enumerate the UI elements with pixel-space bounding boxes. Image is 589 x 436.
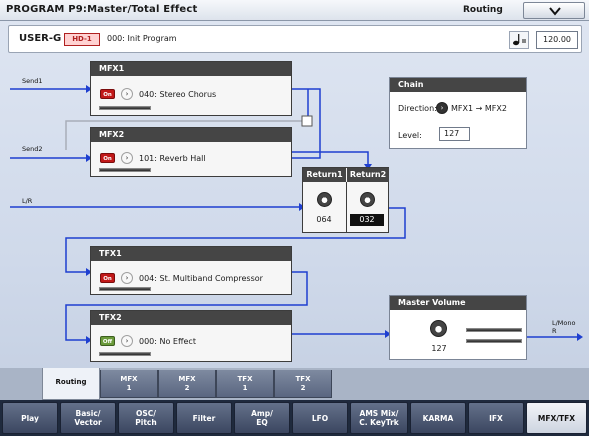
- return2-title: Return2: [347, 168, 389, 182]
- tab-tfx1[interactable]: TFX 1: [216, 370, 274, 398]
- page-nav-bar: Play Basic/Vector OSC/Pitch Filter Amp/E…: [0, 400, 589, 436]
- nav-label: KARMA: [422, 413, 454, 423]
- lr-label: L/R: [22, 197, 33, 205]
- chain-level-label: Level:: [398, 131, 422, 140]
- mfx2-on-off-button[interactable]: On: [100, 153, 115, 163]
- tfx2-effect-name[interactable]: 000: No Effect: [139, 337, 196, 346]
- tab-label: MFX: [120, 375, 138, 383]
- chain-direction-value[interactable]: MFX1 → MFX2: [451, 104, 507, 113]
- tfx2-title: TFX2: [91, 311, 291, 325]
- tab-mfx1[interactable]: MFX 1: [100, 370, 158, 398]
- mfx2-level-meter: [99, 168, 151, 172]
- nav-mfx-tfx[interactable]: MFX/TFX: [526, 402, 587, 434]
- return2-knob-icon[interactable]: [360, 192, 375, 207]
- routing-diagram: Send1 Send2 L/R L/Mono R MFX1 On › 040: …: [0, 0, 589, 372]
- return1-value[interactable]: 064: [307, 214, 341, 226]
- nav-label: Amp/: [251, 409, 273, 418]
- nav-label: MFX/TFX: [537, 413, 576, 423]
- tab-label: Routing: [55, 378, 87, 386]
- nav-label-sub: EQ: [256, 418, 268, 427]
- tfx2-level-meter: [99, 352, 151, 356]
- return2-value[interactable]: 032: [350, 214, 384, 226]
- master-volume-value[interactable]: 127: [422, 343, 456, 355]
- tab-label-sub: 1: [242, 384, 248, 392]
- return1-title: Return1: [303, 168, 346, 182]
- nav-osc-pitch[interactable]: OSC/Pitch: [118, 402, 174, 434]
- tab-strip: Routing MFX 1 MFX 2 TFX 1 TFX 2: [0, 368, 589, 400]
- nav-label: AMS Mix/: [359, 409, 399, 418]
- chevron-right-circle-icon[interactable]: ›: [436, 102, 448, 114]
- tab-tfx2[interactable]: TFX 2: [274, 370, 332, 398]
- send2-label: Send2: [22, 145, 43, 153]
- nav-label: LFO: [311, 413, 329, 423]
- tfx1-effect-name[interactable]: 004: St. Multiband Compressor: [139, 274, 263, 283]
- tfx2-block: TFX2 Off › 000: No Effect: [90, 310, 292, 362]
- chain-direction-label: Direction:: [398, 104, 437, 113]
- nav-play[interactable]: Play: [2, 402, 58, 434]
- master-meter-left: [466, 328, 522, 332]
- mfx1-title: MFX1: [91, 62, 291, 76]
- tab-mfx2[interactable]: MFX 2: [158, 370, 216, 398]
- chevron-right-circle-icon[interactable]: ›: [121, 88, 133, 100]
- chevron-right-circle-icon[interactable]: ›: [121, 335, 133, 347]
- mfx1-block: MFX1 On › 040: Stereo Chorus: [90, 61, 292, 116]
- master-volume-title: Master Volume: [390, 296, 526, 310]
- output-label-lmono: L/Mono: [552, 319, 576, 327]
- output-label-r: R: [552, 327, 557, 335]
- nav-label: IFX: [489, 413, 503, 423]
- program-master-total-effect-screen: PROGRAM P9:Master/Total Effect Routing U…: [0, 0, 589, 436]
- tab-label: TFX: [295, 375, 311, 383]
- tfx1-level-meter: [99, 287, 151, 291]
- tab-label: TFX: [237, 375, 253, 383]
- nav-amp-eq[interactable]: Amp/EQ: [234, 402, 290, 434]
- send1-label: Send1: [22, 77, 43, 85]
- chain-level-field[interactable]: 127: [439, 127, 470, 141]
- nav-ifx[interactable]: IFX: [468, 402, 524, 434]
- chain-switch: [301, 115, 313, 127]
- mfx2-block: MFX2 On › 101: Reverb Hall: [90, 127, 292, 177]
- nav-label: Play: [21, 413, 39, 423]
- master-volume-knob-icon[interactable]: [430, 320, 447, 337]
- mfx1-effect-name[interactable]: 040: Stereo Chorus: [139, 90, 216, 99]
- tfx1-on-off-button[interactable]: On: [100, 273, 115, 283]
- tab-label-sub: 1: [126, 384, 132, 392]
- tfx1-block: TFX1 On › 004: St. Multiband Compressor: [90, 246, 292, 295]
- nav-label: Basic/: [75, 409, 101, 418]
- nav-basic-vector[interactable]: Basic/Vector: [60, 402, 116, 434]
- nav-filter[interactable]: Filter: [176, 402, 232, 434]
- return1-knob-icon[interactable]: [317, 192, 332, 207]
- tfx1-title: TFX1: [91, 247, 291, 261]
- mfx2-title: MFX2: [91, 128, 291, 142]
- master-volume-panel: Master Volume 127: [389, 295, 527, 360]
- chain-panel: Chain Direction: › MFX1 → MFX2 Level: 12…: [389, 77, 527, 149]
- mfx2-effect-name[interactable]: 101: Reverb Hall: [139, 154, 206, 163]
- returns-divider: [346, 182, 347, 233]
- tab-label-sub: 2: [300, 384, 306, 392]
- tab-routing[interactable]: Routing: [42, 368, 100, 400]
- chain-title: Chain: [390, 78, 526, 92]
- mfx2-out-line: [292, 151, 369, 168]
- nav-label: Filter: [192, 413, 216, 423]
- nav-label-sub: Vector: [74, 418, 102, 427]
- tab-label-sub: 2: [184, 384, 190, 392]
- chevron-right-circle-icon[interactable]: ›: [121, 152, 133, 164]
- mfx1-level-meter: [99, 106, 151, 110]
- mfx1-on-off-button[interactable]: On: [100, 89, 115, 99]
- nav-lfo[interactable]: LFO: [292, 402, 348, 434]
- nav-ams-mix[interactable]: AMS Mix/C. KeyTrk: [350, 402, 408, 434]
- nav-label-sub: Pitch: [135, 418, 157, 427]
- tab-label: MFX: [178, 375, 196, 383]
- master-meter-right: [466, 339, 522, 343]
- nav-karma[interactable]: KARMA: [410, 402, 466, 434]
- nav-label-sub: C. KeyTrk: [359, 418, 399, 427]
- chevron-right-circle-icon[interactable]: ›: [121, 272, 133, 284]
- nav-label: OSC/: [135, 409, 156, 418]
- returns-block: Return1 Return2 064 032: [302, 167, 389, 233]
- tfx2-on-off-button[interactable]: Off: [100, 336, 115, 346]
